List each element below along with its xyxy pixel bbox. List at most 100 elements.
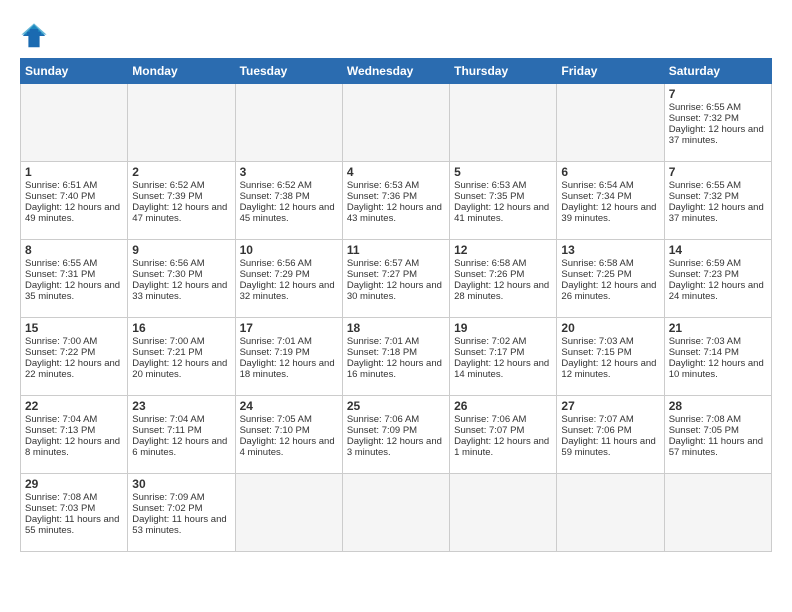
- sunrise: Sunrise: 7:04 AM: [132, 414, 204, 425]
- day-cell: 19Sunrise: 7:02 AMSunset: 7:17 PMDayligh…: [450, 318, 557, 396]
- day-cell: 29Sunrise: 7:08 AMSunset: 7:03 PMDayligh…: [21, 474, 128, 552]
- sunrise: Sunrise: 6:56 AM: [132, 258, 204, 269]
- sunset: Sunset: 7:30 PM: [132, 269, 202, 280]
- day-cell: 2Sunrise: 6:52 AMSunset: 7:39 PMDaylight…: [128, 162, 235, 240]
- week-row: 7Sunrise: 6:55 AMSunset: 7:32 PMDaylight…: [21, 84, 772, 162]
- day-cell: 24Sunrise: 7:05 AMSunset: 7:10 PMDayligh…: [235, 396, 342, 474]
- day-number: 23: [132, 399, 230, 413]
- day-cell: 7Sunrise: 6:55 AMSunset: 7:32 PMDaylight…: [664, 162, 771, 240]
- col-header-saturday: Saturday: [664, 59, 771, 84]
- day-number: 28: [669, 399, 767, 413]
- daylight: Daylight: 12 hours and 1 minute.: [454, 436, 549, 458]
- daylight: Daylight: 12 hours and 39 minutes.: [561, 202, 656, 224]
- day-number: 4: [347, 165, 445, 179]
- day-cell: 10Sunrise: 6:56 AMSunset: 7:29 PMDayligh…: [235, 240, 342, 318]
- sunset: Sunset: 7:38 PM: [240, 191, 310, 202]
- sunrise: Sunrise: 7:05 AM: [240, 414, 312, 425]
- day-cell: 21Sunrise: 7:03 AMSunset: 7:14 PMDayligh…: [664, 318, 771, 396]
- day-cell: [342, 474, 449, 552]
- day-number: 19: [454, 321, 552, 335]
- day-number: 5: [454, 165, 552, 179]
- day-cell: [557, 84, 664, 162]
- sunrise: Sunrise: 6:52 AM: [240, 180, 312, 191]
- day-cell: 22Sunrise: 7:04 AMSunset: 7:13 PMDayligh…: [21, 396, 128, 474]
- day-cell: [21, 84, 128, 162]
- daylight: Daylight: 11 hours and 53 minutes.: [132, 514, 226, 536]
- day-number: 3: [240, 165, 338, 179]
- daylight: Daylight: 12 hours and 30 minutes.: [347, 280, 442, 302]
- col-header-thursday: Thursday: [450, 59, 557, 84]
- day-cell: 6Sunrise: 6:54 AMSunset: 7:34 PMDaylight…: [557, 162, 664, 240]
- sunset: Sunset: 7:32 PM: [669, 113, 739, 124]
- day-cell: 16Sunrise: 7:00 AMSunset: 7:21 PMDayligh…: [128, 318, 235, 396]
- day-cell: 5Sunrise: 6:53 AMSunset: 7:35 PMDaylight…: [450, 162, 557, 240]
- day-number: 27: [561, 399, 659, 413]
- day-number: 26: [454, 399, 552, 413]
- day-cell: 23Sunrise: 7:04 AMSunset: 7:11 PMDayligh…: [128, 396, 235, 474]
- sunrise: Sunrise: 6:55 AM: [669, 102, 741, 113]
- sunrise: Sunrise: 7:06 AM: [454, 414, 526, 425]
- day-number: 17: [240, 321, 338, 335]
- sunset: Sunset: 7:32 PM: [669, 191, 739, 202]
- daylight: Daylight: 12 hours and 22 minutes.: [25, 358, 120, 380]
- sunrise: Sunrise: 7:09 AM: [132, 492, 204, 503]
- sunrise: Sunrise: 6:54 AM: [561, 180, 633, 191]
- sunset: Sunset: 7:29 PM: [240, 269, 310, 280]
- day-cell: 25Sunrise: 7:06 AMSunset: 7:09 PMDayligh…: [342, 396, 449, 474]
- day-cell: 3Sunrise: 6:52 AMSunset: 7:38 PMDaylight…: [235, 162, 342, 240]
- sunset: Sunset: 7:22 PM: [25, 347, 95, 358]
- sunset: Sunset: 7:35 PM: [454, 191, 524, 202]
- daylight: Daylight: 12 hours and 37 minutes.: [669, 124, 764, 146]
- daylight: Daylight: 12 hours and 12 minutes.: [561, 358, 656, 380]
- week-row: 22Sunrise: 7:04 AMSunset: 7:13 PMDayligh…: [21, 396, 772, 474]
- daylight: Daylight: 12 hours and 41 minutes.: [454, 202, 549, 224]
- sunset: Sunset: 7:07 PM: [454, 425, 524, 436]
- day-cell: 12Sunrise: 6:58 AMSunset: 7:26 PMDayligh…: [450, 240, 557, 318]
- sunset: Sunset: 7:26 PM: [454, 269, 524, 280]
- day-number: 7: [669, 87, 767, 101]
- sunrise: Sunrise: 6:55 AM: [25, 258, 97, 269]
- daylight: Daylight: 12 hours and 35 minutes.: [25, 280, 120, 302]
- day-cell: 7Sunrise: 6:55 AMSunset: 7:32 PMDaylight…: [664, 84, 771, 162]
- day-cell: 28Sunrise: 7:08 AMSunset: 7:05 PMDayligh…: [664, 396, 771, 474]
- col-header-tuesday: Tuesday: [235, 59, 342, 84]
- day-number: 25: [347, 399, 445, 413]
- sunset: Sunset: 7:23 PM: [669, 269, 739, 280]
- sunset: Sunset: 7:25 PM: [561, 269, 631, 280]
- sunset: Sunset: 7:17 PM: [454, 347, 524, 358]
- sunset: Sunset: 7:11 PM: [132, 425, 202, 436]
- day-number: 18: [347, 321, 445, 335]
- sunrise: Sunrise: 7:08 AM: [669, 414, 741, 425]
- day-cell: 1Sunrise: 6:51 AMSunset: 7:40 PMDaylight…: [21, 162, 128, 240]
- day-number: 6: [561, 165, 659, 179]
- day-number: 24: [240, 399, 338, 413]
- sunset: Sunset: 7:36 PM: [347, 191, 417, 202]
- sunrise: Sunrise: 6:51 AM: [25, 180, 97, 191]
- week-row: 15Sunrise: 7:00 AMSunset: 7:22 PMDayligh…: [21, 318, 772, 396]
- sunrise: Sunrise: 6:53 AM: [454, 180, 526, 191]
- day-number: 22: [25, 399, 123, 413]
- day-cell: 18Sunrise: 7:01 AMSunset: 7:18 PMDayligh…: [342, 318, 449, 396]
- sunset: Sunset: 7:15 PM: [561, 347, 631, 358]
- daylight: Daylight: 12 hours and 4 minutes.: [240, 436, 335, 458]
- day-number: 15: [25, 321, 123, 335]
- day-number: 16: [132, 321, 230, 335]
- day-number: 11: [347, 243, 445, 257]
- sunrise: Sunrise: 7:06 AM: [347, 414, 419, 425]
- daylight: Daylight: 12 hours and 26 minutes.: [561, 280, 656, 302]
- day-cell: 17Sunrise: 7:01 AMSunset: 7:19 PMDayligh…: [235, 318, 342, 396]
- daylight: Daylight: 12 hours and 37 minutes.: [669, 202, 764, 224]
- sunset: Sunset: 7:31 PM: [25, 269, 95, 280]
- day-number: 21: [669, 321, 767, 335]
- day-number: 9: [132, 243, 230, 257]
- week-row: 29Sunrise: 7:08 AMSunset: 7:03 PMDayligh…: [21, 474, 772, 552]
- daylight: Daylight: 12 hours and 33 minutes.: [132, 280, 227, 302]
- daylight: Daylight: 12 hours and 10 minutes.: [669, 358, 764, 380]
- sunrise: Sunrise: 6:52 AM: [132, 180, 204, 191]
- sunset: Sunset: 7:27 PM: [347, 269, 417, 280]
- sunrise: Sunrise: 6:53 AM: [347, 180, 419, 191]
- day-cell: 15Sunrise: 7:00 AMSunset: 7:22 PMDayligh…: [21, 318, 128, 396]
- day-number: 14: [669, 243, 767, 257]
- sunrise: Sunrise: 7:03 AM: [669, 336, 741, 347]
- sunset: Sunset: 7:39 PM: [132, 191, 202, 202]
